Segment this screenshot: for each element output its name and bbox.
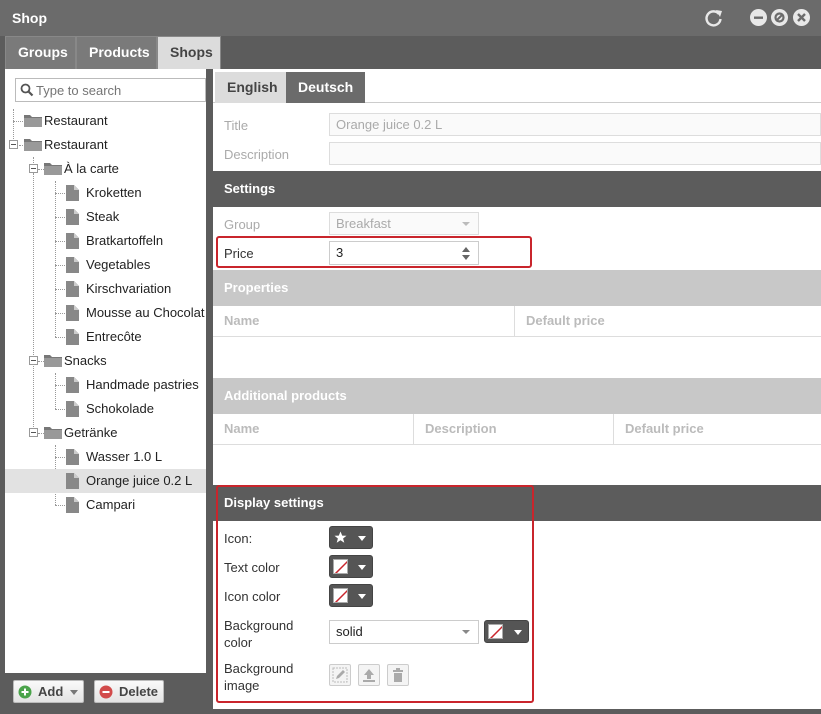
folder-open-icon xyxy=(44,355,62,367)
folder-open-icon xyxy=(44,163,62,175)
chevron-down-icon xyxy=(358,536,366,541)
document-icon xyxy=(66,209,79,225)
shop-tree-panel: Restaurant Restaurant À la carte Krokett… xyxy=(5,69,206,673)
document-icon xyxy=(66,377,79,393)
no-color-swatch-icon xyxy=(333,588,348,603)
upload-icon xyxy=(363,669,375,682)
minimize-button[interactable] xyxy=(750,9,767,26)
tab-shops[interactable]: Shops xyxy=(157,36,221,69)
main-tabs: Groups Products Shops xyxy=(0,36,821,69)
document-icon xyxy=(66,257,79,273)
delete-button[interactable]: Delete xyxy=(94,680,164,703)
collapse-snacks-toggle[interactable] xyxy=(29,356,38,365)
column-header: Name xyxy=(213,306,515,336)
tab-products[interactable]: Products xyxy=(76,36,157,69)
tab-english[interactable]: English xyxy=(215,72,290,103)
column-header: Name xyxy=(213,414,414,444)
no-color-swatch-icon xyxy=(488,624,503,639)
icon-color-picker[interactable] xyxy=(329,584,373,607)
document-icon xyxy=(66,185,79,201)
folder-open-icon xyxy=(24,139,42,151)
column-header: Default price xyxy=(625,421,704,436)
background-color-mode-select[interactable]: solid xyxy=(329,620,479,644)
chevron-down-icon xyxy=(70,690,78,695)
close-icon xyxy=(797,13,806,22)
text-color-picker[interactable] xyxy=(329,555,373,578)
collapse-a-la-carte-toggle[interactable] xyxy=(29,164,38,173)
title-bar: Shop xyxy=(0,0,821,36)
document-icon xyxy=(66,233,79,249)
no-color-swatch-icon xyxy=(333,559,348,574)
edit-image-icon xyxy=(332,667,348,683)
document-icon xyxy=(66,281,79,297)
remove-icon xyxy=(99,685,113,699)
icon-color-label: Icon color xyxy=(224,589,281,604)
star-icon xyxy=(334,531,347,543)
upload-image-button[interactable] xyxy=(358,664,380,686)
search-box[interactable] xyxy=(15,78,206,102)
tab-groups[interactable]: Groups xyxy=(5,36,76,69)
search-input[interactable] xyxy=(36,81,201,99)
tab-deutsch[interactable]: Deutsch xyxy=(286,72,366,103)
collapse-restaurant-toggle[interactable] xyxy=(9,140,18,149)
decrement-arrow-icon[interactable] xyxy=(462,255,470,260)
folder-open-icon xyxy=(44,427,62,439)
background-image-label: Background image xyxy=(224,661,294,693)
document-icon xyxy=(66,329,79,345)
title-label: Title xyxy=(224,118,249,133)
icon-select[interactable] xyxy=(329,526,373,549)
group-label: Group xyxy=(224,217,261,232)
refresh-icon[interactable] xyxy=(704,8,724,28)
chevron-down-icon xyxy=(514,630,522,635)
tree-toolbar: Add Delete xyxy=(5,673,206,709)
description-label: Description xyxy=(224,147,290,162)
properties-header: Properties xyxy=(213,270,821,306)
description-field[interactable] xyxy=(329,142,821,165)
column-header: Default price xyxy=(526,313,605,328)
background-color-label: Background color xyxy=(224,618,294,650)
properties-table-header: Name Default price xyxy=(213,306,821,337)
document-icon xyxy=(66,473,79,489)
collapse-getranke-toggle[interactable] xyxy=(29,428,38,437)
chevron-down-icon xyxy=(462,630,470,634)
edit-image-button[interactable] xyxy=(329,664,351,686)
document-icon xyxy=(66,497,79,513)
price-input[interactable]: 3 xyxy=(329,241,479,265)
additional-products-table-header: Name Description Default price xyxy=(213,414,821,445)
price-label: Price xyxy=(224,246,254,261)
delete-image-button[interactable] xyxy=(387,664,409,686)
chevron-down-icon xyxy=(358,565,366,570)
minimize-icon xyxy=(754,16,763,19)
window-title: Shop xyxy=(12,10,47,26)
document-icon xyxy=(66,449,79,465)
trash-icon xyxy=(393,668,403,682)
increment-arrow-icon[interactable] xyxy=(462,247,470,252)
document-icon xyxy=(66,401,79,417)
shop-window: Shop Groups Products Shops Type to searc… xyxy=(0,0,821,714)
maximize-icon xyxy=(774,12,785,23)
close-button[interactable] xyxy=(793,9,810,26)
title-field[interactable]: Orange juice 0.2 L xyxy=(329,113,821,136)
tree-item-orange-juice-selected[interactable]: Orange juice 0.2 L xyxy=(5,469,206,493)
folder-icon xyxy=(24,115,42,127)
chevron-down-icon xyxy=(358,594,366,599)
add-button[interactable]: Add xyxy=(13,680,84,703)
search-icon xyxy=(20,83,34,97)
background-color-picker[interactable] xyxy=(484,620,529,643)
document-icon xyxy=(66,305,79,321)
additional-products-header: Additional products xyxy=(213,378,821,414)
maximize-button[interactable] xyxy=(771,9,788,26)
text-color-label: Text color xyxy=(224,560,280,575)
settings-header: Settings xyxy=(213,171,821,207)
language-tabs: English Deutsch xyxy=(213,69,821,103)
add-icon xyxy=(18,685,32,699)
product-detail-panel: English Deutsch Title Orange juice 0.2 L… xyxy=(213,69,821,709)
column-header: Description xyxy=(414,414,614,444)
chevron-down-icon xyxy=(462,222,470,226)
icon-label: Icon: xyxy=(224,531,253,546)
group-select[interactable]: Breakfast xyxy=(329,212,479,235)
